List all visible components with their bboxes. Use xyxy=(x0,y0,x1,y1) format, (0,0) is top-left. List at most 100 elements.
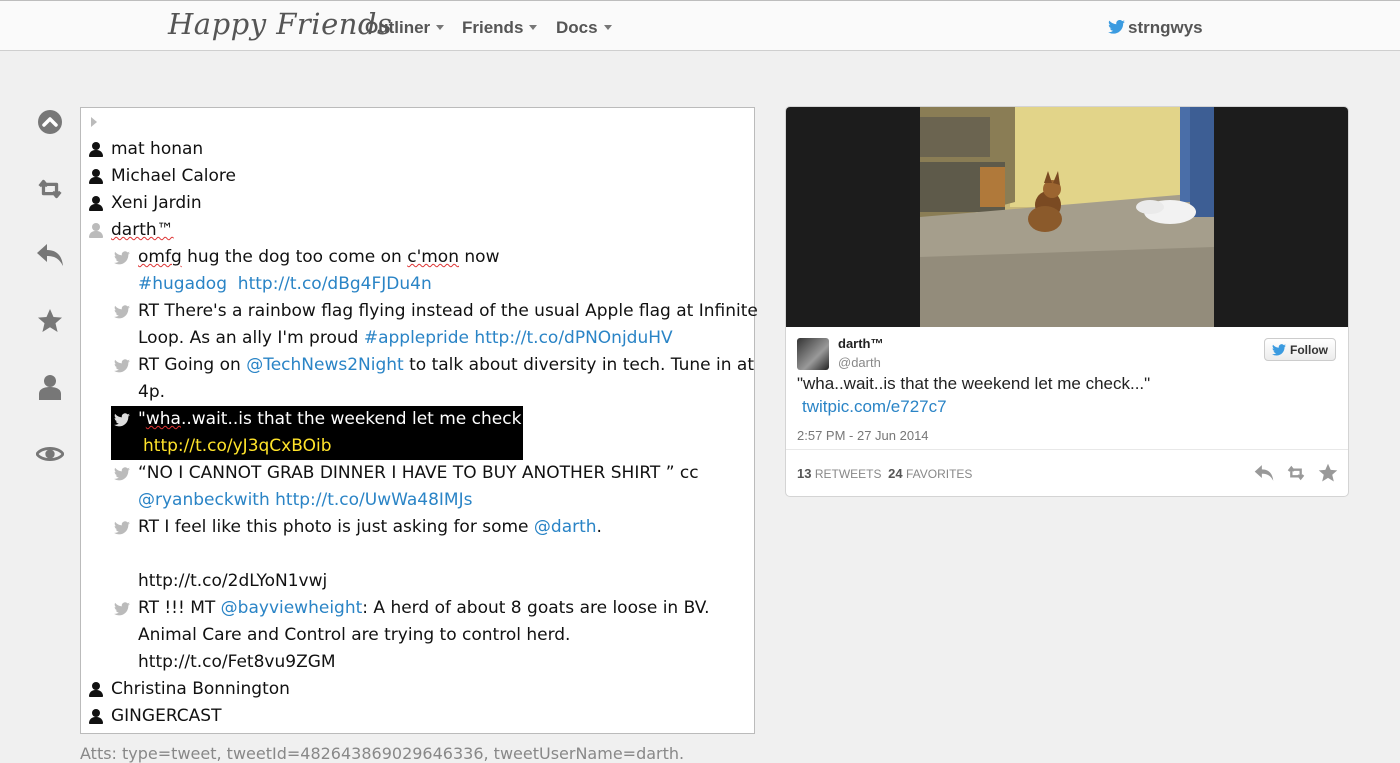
eye-icon[interactable] xyxy=(36,440,64,468)
tweet-row-cont: #hugadog http://t.co/dBg4FJDu4n xyxy=(138,271,432,298)
card-tweet-link[interactable]: twitpic.com/e727c7 xyxy=(802,397,947,417)
star-icon[interactable] xyxy=(36,307,64,335)
favorite-count: 24 xyxy=(888,466,903,481)
expand-triangle-icon[interactable] xyxy=(91,117,97,127)
tweet-row-cont: Loop. As an ally I'm proud #applepride h… xyxy=(138,325,673,352)
tweet-url-link[interactable]: http://t.co/yJ3qCxBOib xyxy=(143,433,332,460)
follow-label: Follow xyxy=(1290,342,1328,357)
outline-person-michael-calore[interactable]: Michael Calore xyxy=(111,163,236,190)
outline-person-xeni-jardin[interactable]: Xeni Jardin xyxy=(111,190,202,217)
mention-link[interactable]: @bayviewheight xyxy=(221,598,363,618)
tweet-text: wha xyxy=(145,409,181,429)
outline-person-darth[interactable]: darth™ xyxy=(111,217,174,244)
person-icon xyxy=(89,196,103,212)
tweet-row[interactable]: RT There's a rainbow flag flying instead… xyxy=(138,298,758,325)
docs-menu[interactable]: Docs xyxy=(556,18,612,38)
tweet-bird-icon xyxy=(114,251,130,265)
tweet-row-cont: 4p. xyxy=(138,382,166,402)
outline-person-gingercast[interactable]: GINGERCAST xyxy=(111,703,221,730)
favorite-label: FAVORITES xyxy=(905,467,973,481)
outliner-menu-label: Outliner xyxy=(365,18,431,37)
tweet-row[interactable]: omfg hug the dog too come on c'mon now xyxy=(138,244,499,271)
reply-icon[interactable] xyxy=(1254,463,1274,483)
tweet-text: Loop. As an ally I'm proud xyxy=(138,328,364,348)
mention-link[interactable]: @darth xyxy=(534,517,597,537)
corgi-photo xyxy=(920,107,1214,327)
tweet-bird-icon xyxy=(114,359,130,373)
tweet-text: c'mon xyxy=(407,247,459,267)
user-menu[interactable]: strngwys xyxy=(1108,18,1203,38)
divider xyxy=(786,449,1348,450)
tweet-text: RT Going on xyxy=(138,355,247,375)
username: strngwys xyxy=(1128,18,1203,37)
hashtag-link[interactable]: #applepride xyxy=(364,328,469,348)
tweet-bird-icon xyxy=(114,467,130,481)
tweet-card: darth™ @darth Follow "wha..wait..is that… xyxy=(785,106,1349,497)
tweet-row-cont: Animal Care and Control are trying to co… xyxy=(138,625,571,645)
tweet-text: hug the dog too come on xyxy=(181,247,408,267)
user-icon[interactable] xyxy=(36,373,64,401)
tweet-row[interactable]: “NO I CANNOT GRAB DINNER I HAVE TO BUY A… xyxy=(138,460,699,487)
caret-down-icon xyxy=(603,25,612,30)
person-icon xyxy=(89,142,103,158)
retweet-label: RETWEETS xyxy=(814,467,882,481)
star-icon[interactable] xyxy=(1318,463,1338,483)
top-navbar: Happy Friends Outliner Friends Docs strn… xyxy=(0,0,1400,51)
reply-icon[interactable] xyxy=(36,241,64,269)
collapse-up-icon[interactable] xyxy=(36,108,64,136)
tweet-row[interactable]: RT !!! MT @bayviewheight: A herd of abou… xyxy=(138,595,710,622)
card-timestamp[interactable]: 2:57 PM - 27 Jun 2014 xyxy=(797,428,929,443)
tweet-row-cont: @ryanbeckwith http://t.co/UwWa48IMJs xyxy=(138,487,472,514)
person-icon xyxy=(89,709,103,725)
tweet-bird-icon xyxy=(114,413,130,427)
tweet-bird-icon xyxy=(114,602,130,616)
retweet-icon[interactable] xyxy=(1286,463,1306,483)
mention-link[interactable]: @TechNews2Night xyxy=(246,355,404,375)
tweet-text: ..wait..is that the weekend let me check… xyxy=(180,409,546,429)
retweet-icon[interactable] xyxy=(36,175,64,203)
friends-menu[interactable]: Friends xyxy=(462,18,538,38)
card-display-name[interactable]: darth™ xyxy=(838,336,884,351)
tweet-photo[interactable] xyxy=(786,107,1348,327)
tweet-bird-icon xyxy=(114,521,130,535)
tweet-text: now xyxy=(458,247,500,267)
outline-person-mat-honan[interactable]: mat honan xyxy=(111,136,203,163)
tweet-url-link[interactable]: http://t.co/dBg4FJDu4n xyxy=(238,274,432,294)
card-stats: 13 RETWEETS 24 FAVORITES xyxy=(797,466,972,481)
tweet-text: RT !!! MT xyxy=(138,598,221,618)
tweet-row[interactable]: RT I feel like this photo is just asking… xyxy=(138,514,602,541)
outliner-menu[interactable]: Outliner xyxy=(365,18,445,38)
brand-logo[interactable]: Happy Friends xyxy=(168,7,392,41)
tweet-text: to talk about diversity in tech. Tune in… xyxy=(403,355,754,375)
tweet-row[interactable]: RT Going on @TechNews2Night to talk abou… xyxy=(138,352,754,379)
tweet-text: RT I feel like this photo is just asking… xyxy=(138,517,534,537)
avatar[interactable] xyxy=(797,338,829,370)
outline-person-christina-bonnington[interactable]: Christina Bonnington xyxy=(111,676,290,703)
tweet-url-link[interactable]: http://t.co/UwWa48IMJs xyxy=(275,490,472,510)
tweet-text: omfg xyxy=(138,247,182,267)
node-attributes: Atts: type=tweet, tweetId=48264386902964… xyxy=(80,744,685,763)
tweet-row-selected[interactable]: "wha..wait..is that the weekend let me c… xyxy=(138,406,545,433)
retweet-count: 13 xyxy=(797,466,812,481)
tweet-text: . xyxy=(596,517,602,537)
mention-link[interactable]: @ryanbeckwith xyxy=(138,490,270,510)
follow-button[interactable]: Follow xyxy=(1264,338,1336,361)
tweet-text: " xyxy=(138,409,146,429)
friends-menu-label: Friends xyxy=(462,18,524,37)
twitter-bird-icon xyxy=(1272,343,1286,356)
tweet-url-link[interactable]: http://t.co/Fet8vu9ZGM xyxy=(138,649,336,676)
hashtag-link[interactable]: #hugadog xyxy=(138,274,227,294)
card-tweet-text: "wha..wait..is that the weekend let me c… xyxy=(797,374,1151,393)
person-icon-expanded xyxy=(89,223,103,239)
twitter-bird-icon xyxy=(1108,19,1125,34)
outline-panel: mat honan Michael Calore Xeni Jardin dar… xyxy=(80,107,758,734)
caret-down-icon xyxy=(436,25,445,30)
tweet-bird-icon xyxy=(114,305,130,319)
tweet-url-link[interactable]: http://t.co/dPNOnjduHV xyxy=(474,328,672,348)
caret-down-icon xyxy=(529,25,538,30)
tweet-text: : A herd of about 8 goats are loose in B… xyxy=(362,598,710,618)
person-icon xyxy=(89,169,103,185)
docs-menu-label: Docs xyxy=(556,18,598,37)
tweet-url-link[interactable]: http://t.co/2dLYoN1vwj xyxy=(138,568,327,595)
card-handle[interactable]: @darth xyxy=(838,355,881,370)
